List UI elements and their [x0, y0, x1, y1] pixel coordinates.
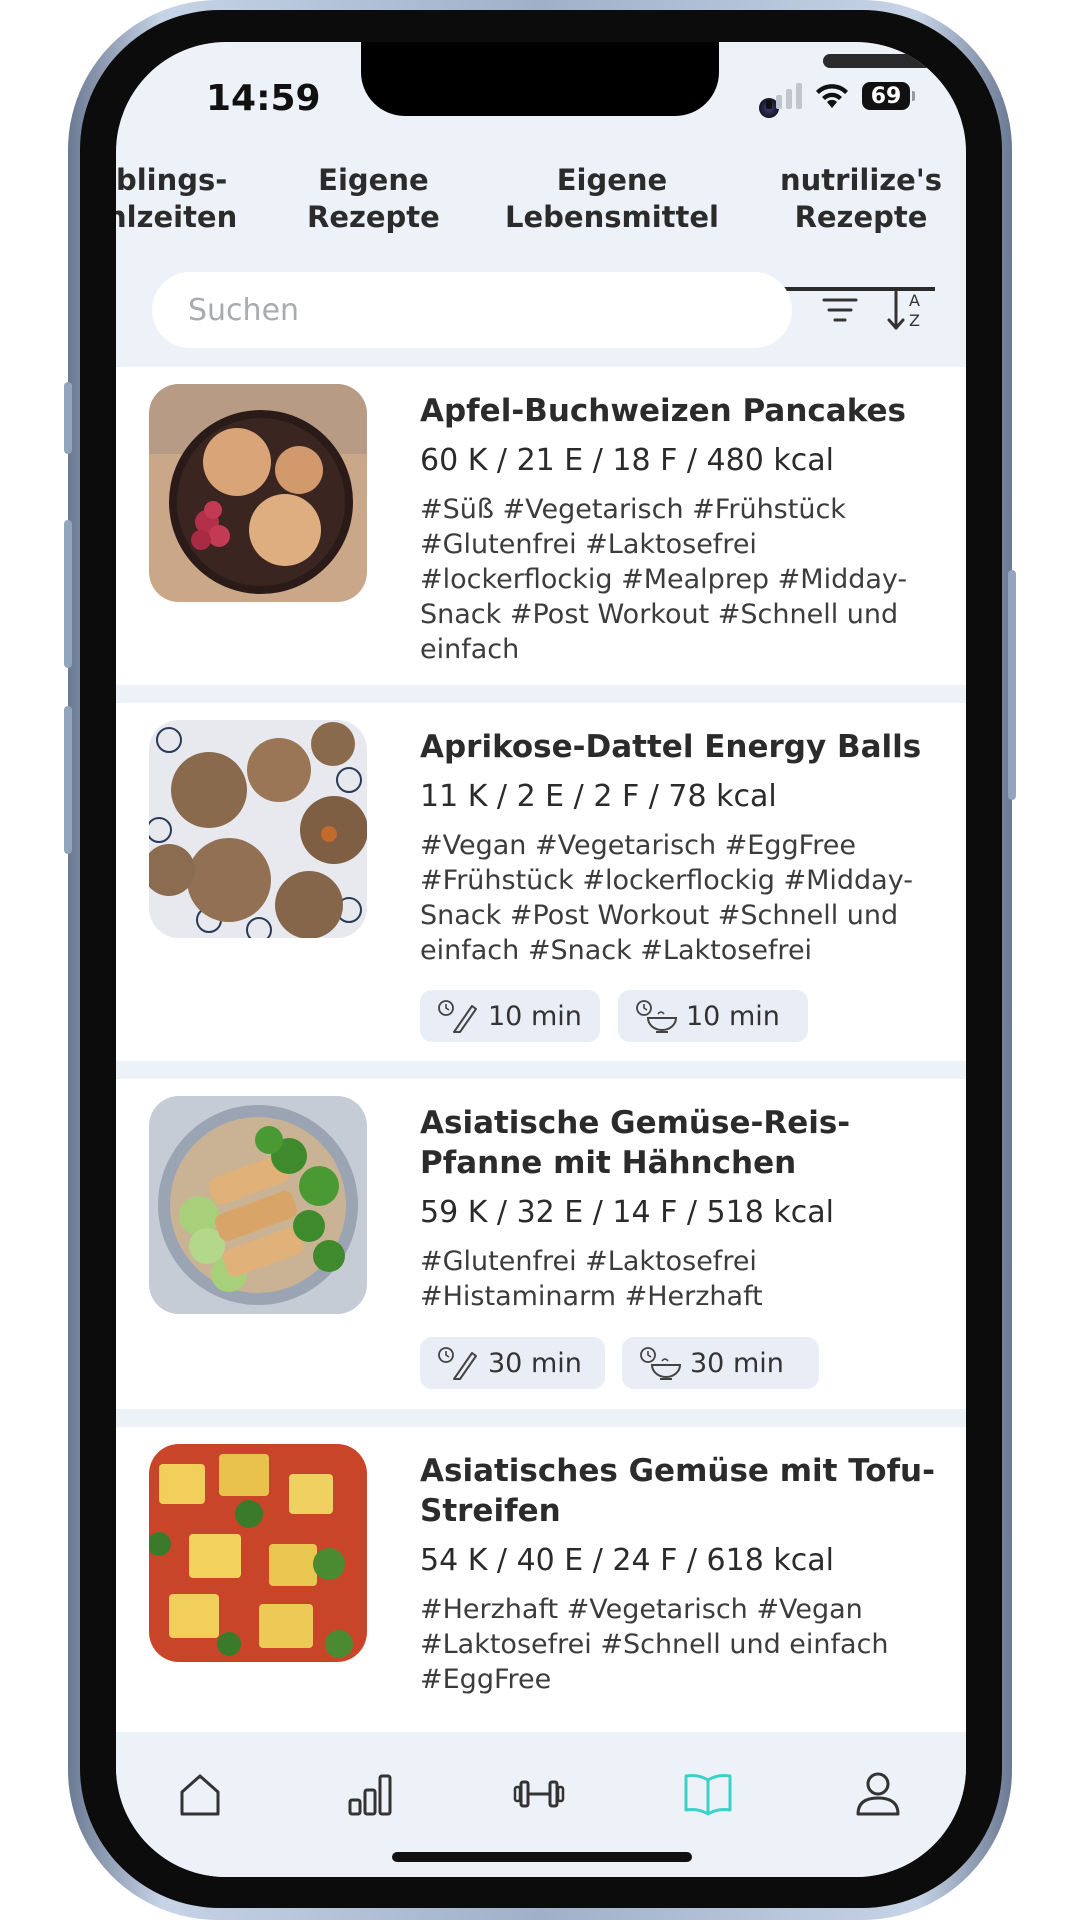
- tab-label-line1: Eigene: [318, 163, 429, 197]
- power-button: [1008, 570, 1016, 800]
- cook-time-icon: [636, 1000, 678, 1033]
- cook-time: 10 min: [686, 1000, 780, 1032]
- battery-indicator: 69: [862, 82, 915, 110]
- filter-icon[interactable]: [816, 286, 864, 334]
- recipe-tags: #Süß #Vegetarisch #Frühstück #Glutenfrei…: [420, 494, 908, 665]
- recipe-card[interactable]: Aprikose-Dattel Energy Balls 11 K / 2 E …: [132, 703, 948, 1061]
- svg-text:A: A: [909, 291, 920, 310]
- cook-time-icon: [640, 1347, 682, 1380]
- prep-time: 30 min: [488, 1347, 582, 1379]
- divider: [116, 1061, 966, 1079]
- tab-own-foods[interactable]: Eigene Lebensmittel: [505, 162, 719, 236]
- tab-favorite-meals[interactable]: blings- nlzeiten: [116, 162, 237, 236]
- tab-label-line1: Eigene: [556, 163, 668, 197]
- recipe-image-tofu: [149, 1444, 367, 1662]
- tab-nutrilize-recipes[interactable]: nutrilize's Rezepte: [780, 162, 942, 236]
- recipe-macros: 11 K / 2 E / 2 F / 78 kcal: [420, 779, 777, 814]
- prep-time-icon: [438, 1347, 477, 1380]
- recipe-card[interactable]: Asiatische Gemüse-Reis-Pfanne mit Hähnch…: [132, 1079, 948, 1409]
- recipe-card[interactable]: Asiatisches Gemüse mit Tofu-Streifen 54 …: [132, 1427, 948, 1732]
- recipe-title: Asiatische Gemüse-Reis-Pfanne mit Hähnch…: [420, 1105, 851, 1181]
- status-icons: 69: [766, 82, 915, 110]
- tab-label-line2: Rezepte: [794, 200, 928, 234]
- prep-time-chip: 10 min: [420, 990, 600, 1042]
- cook-time-chip: 30 min: [622, 1337, 819, 1389]
- recipe-title: Apfel-Buchweizen Pancakes: [420, 393, 906, 429]
- search-input[interactable]: [152, 272, 792, 348]
- book-icon[interactable]: [682, 1768, 734, 1820]
- home-indicator: [392, 1852, 692, 1862]
- mute-switch: [64, 382, 72, 454]
- recipe-macros: 59 K / 32 E / 14 F / 518 kcal: [420, 1195, 834, 1230]
- prep-time-chip: 30 min: [420, 1337, 605, 1389]
- speaker: [823, 54, 966, 68]
- divider: [116, 685, 966, 703]
- recipe-title: Asiatisches Gemüse mit Tofu-Streifen: [420, 1453, 935, 1529]
- wifi-icon: [816, 84, 848, 108]
- recipe-card[interactable]: Apfel-Buchweizen Pancakes 60 K / 21 E / …: [132, 367, 948, 685]
- tab-label-line1: blings-: [116, 163, 228, 197]
- recipe-tags: #Herzhaft #Vegetarisch #Vegan #Laktosefr…: [420, 1594, 889, 1695]
- stats-icon[interactable]: [344, 1768, 396, 1820]
- divider: [116, 1409, 966, 1427]
- screen: 14:59 69 blings- nlzeiten Eigene Rezepte…: [116, 42, 966, 1877]
- recipe-list: Apfel-Buchweizen Pancakes 60 K / 21 E / …: [116, 367, 966, 1732]
- tab-label-line2: Lebensmittel: [505, 200, 719, 234]
- tab-own-recipes[interactable]: Eigene Rezepte: [307, 162, 440, 236]
- tab-label-line2: nlzeiten: [116, 200, 238, 234]
- recipe-image-pancakes: [149, 384, 367, 602]
- recipe-macros: 54 K / 40 E / 24 F / 618 kcal: [420, 1543, 834, 1578]
- profile-icon[interactable]: [852, 1768, 904, 1820]
- status-time: 14:59: [206, 78, 321, 119]
- svg-text:Z: Z: [909, 311, 920, 330]
- recipe-title: Aprikose-Dattel Energy Balls: [420, 729, 922, 765]
- tab-label-line2: Rezepte: [307, 200, 440, 234]
- volume-up-button: [64, 520, 72, 668]
- home-icon[interactable]: [174, 1768, 226, 1820]
- notch: [361, 42, 966, 118]
- prep-time: 10 min: [488, 1000, 582, 1032]
- cook-time: 30 min: [690, 1347, 784, 1379]
- recipe-image-rice-pan: [149, 1096, 367, 1314]
- dumbbell-icon[interactable]: [513, 1768, 565, 1820]
- prep-time-icon: [438, 1000, 477, 1033]
- cook-time-chip: 10 min: [618, 990, 808, 1042]
- recipe-image-energy-balls: [149, 720, 367, 938]
- recipe-tags: #Glutenfrei #Laktosefrei #Histaminarm #H…: [420, 1246, 763, 1312]
- sort-az-icon[interactable]: A Z: [882, 286, 930, 334]
- recipe-tags: #Vegan #Vegetarisch #EggFree #Frühstück …: [420, 830, 913, 966]
- cellular-signal-icon: [766, 83, 802, 109]
- volume-down-button: [64, 706, 72, 854]
- tab-label-line1: nutrilize's: [780, 163, 942, 197]
- recipe-macros: 60 K / 21 E / 18 F / 480 kcal: [420, 443, 834, 478]
